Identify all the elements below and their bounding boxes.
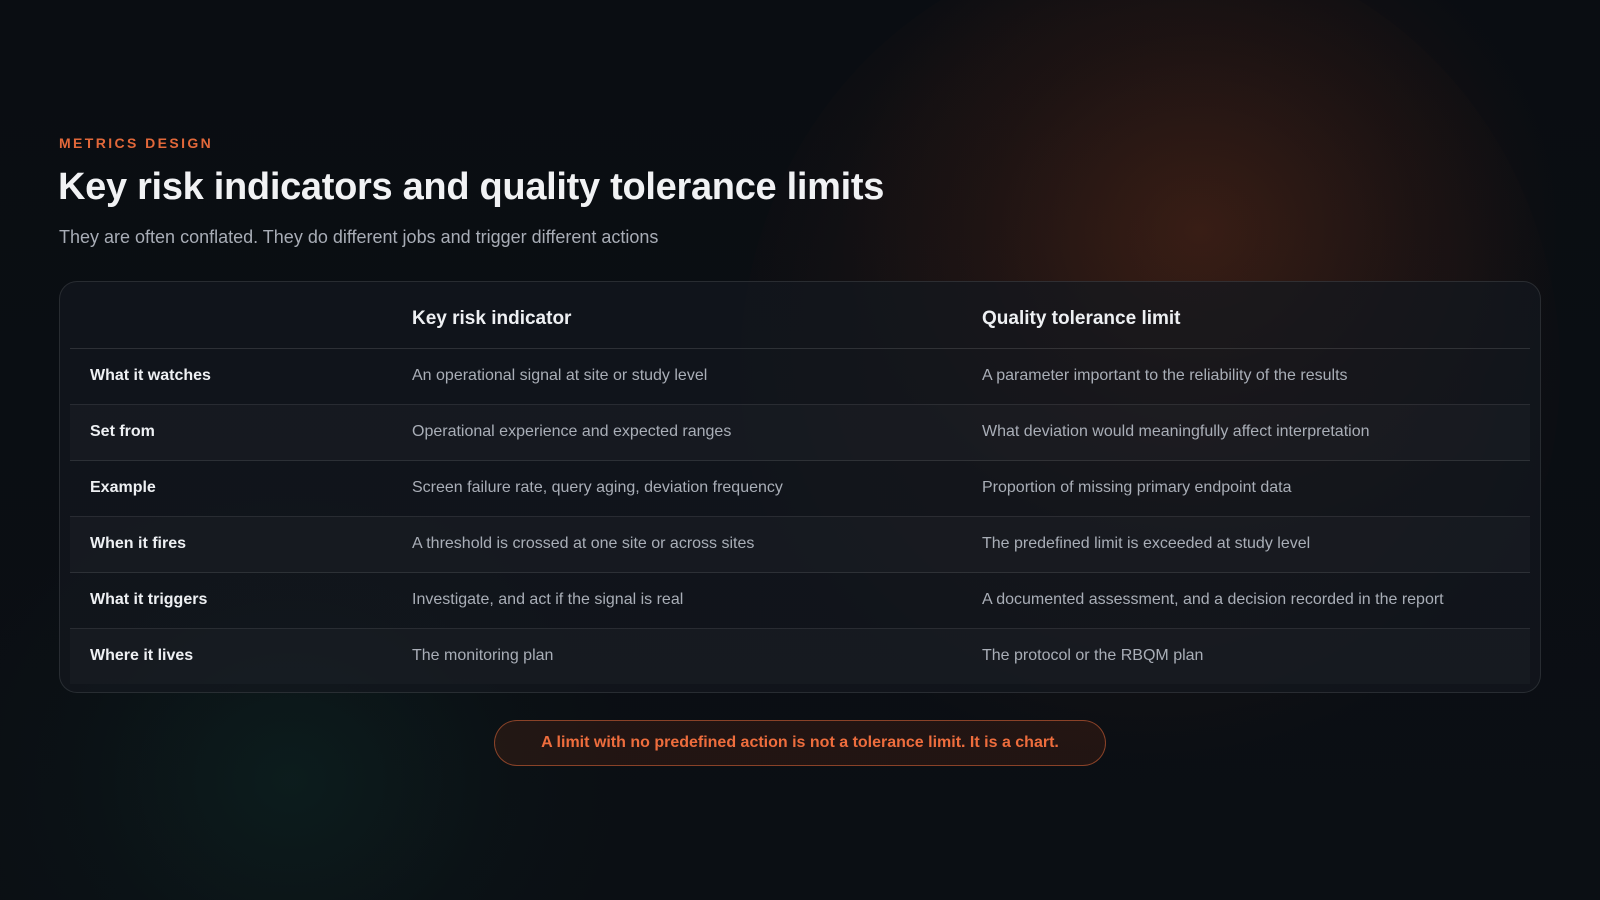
- qtl-cell: A parameter important to the reliability…: [982, 367, 1348, 384]
- table-body: What it watches An operational signal at…: [70, 349, 1530, 684]
- table-header-row: Key risk indicator Quality tolerance lim…: [70, 282, 1530, 349]
- table-row: What it triggers Investigate, and act if…: [70, 573, 1530, 629]
- table-row: Where it lives The monitoring plan The p…: [70, 629, 1530, 684]
- row-label: What it watches: [90, 367, 211, 384]
- kri-cell: Operational experience and expected rang…: [412, 423, 732, 440]
- callout-pill: A limit with no predefined action is not…: [494, 720, 1106, 766]
- qtl-cell: The protocol or the RBQM plan: [982, 647, 1204, 664]
- slide: METRICS DESIGN Key risk indicators and q…: [0, 0, 1600, 900]
- column-header-kri: Key risk indicator: [412, 308, 572, 329]
- table-row: When it fires A threshold is crossed at …: [70, 517, 1530, 573]
- row-label: Example: [90, 479, 156, 496]
- column-header-qtl: Quality tolerance limit: [982, 308, 1181, 329]
- qtl-cell: The predefined limit is exceeded at stud…: [982, 535, 1311, 552]
- kri-cell: The monitoring plan: [412, 647, 554, 664]
- row-label: Where it lives: [90, 647, 194, 664]
- kri-cell: An operational signal at site or study l…: [412, 367, 708, 384]
- table-row: Set from Operational experience and expe…: [70, 405, 1530, 461]
- page-subtitle: They are often conflated. They do differ…: [59, 227, 659, 247]
- row-label: Set from: [90, 423, 155, 440]
- table-row: What it watches An operational signal at…: [70, 349, 1530, 405]
- row-label: What it triggers: [90, 591, 208, 608]
- page-title: Key risk indicators and quality toleranc…: [58, 166, 885, 208]
- qtl-cell: A documented assessment, and a decision …: [982, 591, 1444, 608]
- eyebrow-label: METRICS DESIGN: [59, 135, 214, 151]
- row-label: When it fires: [90, 535, 187, 552]
- kri-cell: Screen failure rate, query aging, deviat…: [412, 479, 783, 496]
- table-row: Example Screen failure rate, query aging…: [70, 461, 1530, 517]
- kri-cell: Investigate, and act if the signal is re…: [412, 591, 684, 608]
- qtl-cell: What deviation would meaningfully affect…: [982, 423, 1370, 440]
- comparison-table: Key risk indicator Quality tolerance lim…: [59, 281, 1541, 693]
- kri-cell: A threshold is crossed at one site or ac…: [412, 535, 755, 552]
- qtl-cell: Proportion of missing primary endpoint d…: [982, 479, 1292, 496]
